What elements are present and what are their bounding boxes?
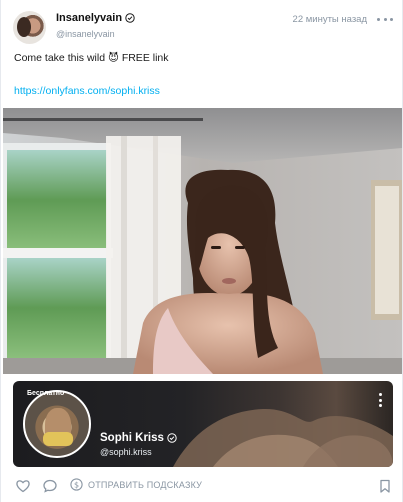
bookmark-icon[interactable] [377, 478, 393, 494]
send-tip-label: ОТПРАВИТЬ ПОДСКАЗКУ [88, 479, 203, 490]
post-image[interactable] [3, 108, 402, 374]
post-timestamp[interactable]: 22 минуты назад [293, 14, 367, 25]
verified-icon [167, 433, 177, 443]
author-display-name[interactable]: Insanelyvain [56, 12, 122, 24]
profile-card[interactable]: Бесплатно Sophi Kriss @sophi.kriss [13, 381, 393, 467]
post-header: Insanelyvain @insanelyvain 22 минуты наз… [13, 11, 393, 45]
author-handle[interactable]: @insanelyvain [56, 29, 115, 39]
heart-icon[interactable] [15, 478, 31, 494]
dollar-circle-icon: $ [70, 478, 83, 491]
send-tip-button[interactable]: $ ОТПРАВИТЬ ПОДСКАЗКУ [70, 478, 202, 491]
card-cover-image [173, 408, 393, 467]
author-avatar[interactable] [13, 11, 46, 44]
svg-text:$: $ [74, 480, 79, 489]
more-horizontal-icon[interactable] [377, 13, 393, 25]
post-actions: $ ОТПРАВИТЬ ПОДСКАЗКУ [13, 478, 393, 496]
more-vertical-icon[interactable] [379, 393, 383, 407]
verified-icon [125, 13, 135, 23]
post-card: Insanelyvain @insanelyvain 22 минуты наз… [0, 0, 403, 502]
card-avatar[interactable] [23, 390, 91, 458]
card-name-row: Sophi Kriss [100, 432, 177, 444]
comment-icon[interactable] [42, 478, 58, 494]
free-label: Бесплатно [27, 390, 65, 397]
card-handle[interactable]: @sophi.kriss [100, 447, 152, 457]
post-text: Come take this wild 😈 FREE link [14, 52, 169, 64]
post-link[interactable]: https://onlyfans.com/sophi.kriss [14, 85, 160, 97]
author-name-row: Insanelyvain [56, 12, 135, 24]
card-display-name[interactable]: Sophi Kriss [100, 432, 164, 444]
